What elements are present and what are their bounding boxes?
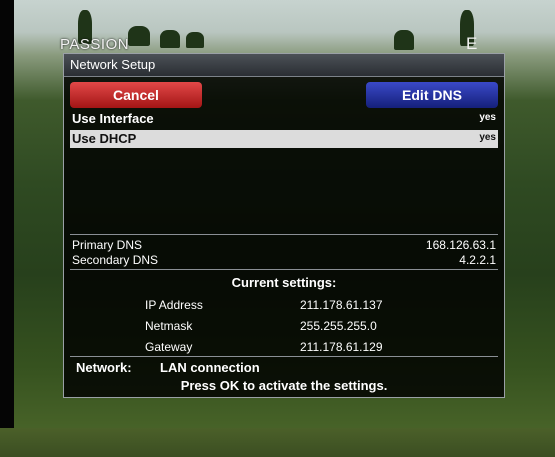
current-settings-title: Current settings: xyxy=(231,275,337,290)
channel-name: PASSION xyxy=(60,36,130,53)
ip-address-value: 211.178.61.137 xyxy=(300,298,383,312)
ip-address-label: IP Address xyxy=(145,298,203,312)
option-value: yes xyxy=(479,132,496,143)
gateway-label: Gateway xyxy=(145,340,193,354)
divider xyxy=(70,234,498,235)
background-foliage xyxy=(0,428,555,457)
background-tree xyxy=(160,30,180,48)
primary-dns-label: Primary DNS xyxy=(72,238,143,252)
netmask-label: Netmask xyxy=(145,319,193,333)
secondary-dns-label: Secondary DNS xyxy=(72,253,159,267)
dialog-titlebar: Network Setup xyxy=(64,54,504,77)
secondary-dns-row: Secondary DNS 4.2.2.1 xyxy=(70,253,498,267)
background-tree xyxy=(186,32,204,48)
option-label: Use DHCP xyxy=(72,131,137,146)
primary-dns-row: Primary DNS 168.126.63.1 xyxy=(70,238,498,252)
divider xyxy=(70,356,498,357)
network-value: LAN connection xyxy=(160,360,260,375)
option-use-dhcp[interactable]: Use DHCP yes xyxy=(70,130,498,148)
ip-address-row: IP Address 211.178.61.137 xyxy=(64,298,504,314)
background-tree xyxy=(394,30,414,50)
netmask-row: Netmask 255.255.255.0 xyxy=(64,319,504,335)
background-tree xyxy=(128,26,150,46)
gateway-value: 211.178.61.129 xyxy=(300,340,383,354)
dialog-title: Network Setup xyxy=(70,57,156,72)
cancel-button[interactable]: Cancel xyxy=(70,82,202,108)
channel-info: E xyxy=(466,34,478,53)
option-use-interface[interactable]: Use Interface yes xyxy=(70,110,498,128)
network-label: Network: xyxy=(76,360,132,375)
option-value: yes xyxy=(479,112,496,123)
primary-dns-value: 168.126.63.1 xyxy=(425,238,496,252)
left-border xyxy=(0,0,14,457)
gateway-row: Gateway 211.178.61.129 xyxy=(64,340,504,356)
secondary-dns-value: 4.2.2.1 xyxy=(459,253,496,267)
network-setup-dialog: Network Setup Cancel Edit DNS Use Interf… xyxy=(63,53,505,398)
activate-hint: Press OK to activate the settings. xyxy=(180,378,388,393)
netmask-value: 255.255.255.0 xyxy=(300,319,377,333)
option-label: Use Interface xyxy=(72,111,154,126)
edit-dns-button[interactable]: Edit DNS xyxy=(366,82,498,108)
divider xyxy=(70,269,498,270)
